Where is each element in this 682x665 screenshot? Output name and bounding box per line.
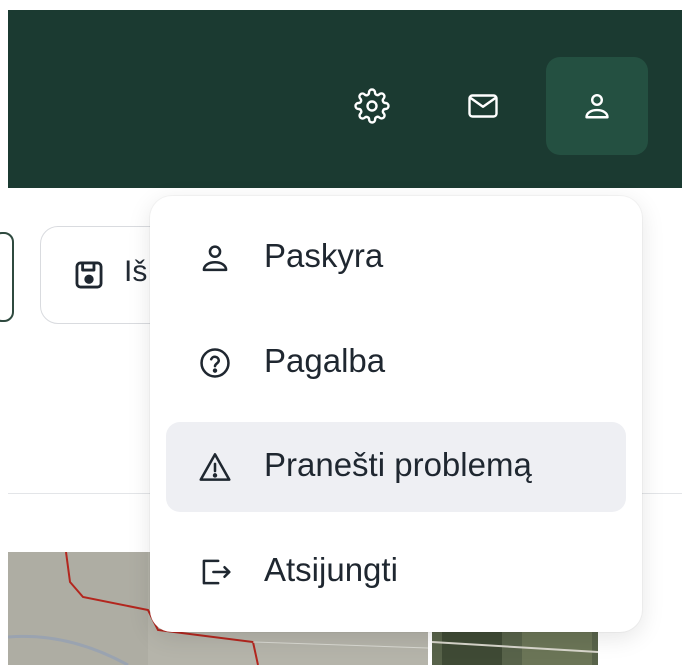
user-icon bbox=[202, 245, 228, 272]
logout-icon bbox=[202, 559, 231, 585]
menu-item-label: Pagalba bbox=[264, 342, 386, 379]
user-dropdown-menu: Paskyra Pagalba Pranešti problemą Atsiju… bbox=[150, 196, 642, 632]
menu-item-atsijungti[interactable]: Atsijungti bbox=[166, 527, 626, 617]
settings-button[interactable] bbox=[321, 57, 423, 155]
menu-item-label: Paskyra bbox=[264, 237, 384, 274]
warning-triangle-icon bbox=[199, 453, 231, 481]
save-button-label: Iš bbox=[124, 255, 148, 288]
help-circle-icon bbox=[200, 348, 230, 378]
user-icon bbox=[585, 94, 609, 119]
menu-item-pagalba[interactable]: Pagalba bbox=[166, 318, 626, 408]
mail-icon bbox=[468, 94, 498, 118]
gear-icon bbox=[354, 88, 390, 124]
floppy-disk-icon bbox=[75, 261, 103, 289]
menu-item-label: Atsijungti bbox=[264, 551, 398, 588]
top-strip bbox=[0, 0, 682, 10]
menu-item-paskyra[interactable]: Paskyra bbox=[166, 213, 626, 303]
user-menu-button[interactable] bbox=[546, 57, 648, 155]
messages-button[interactable] bbox=[432, 57, 534, 155]
app-header bbox=[8, 10, 682, 188]
menu-item-report-problem[interactable]: Pranešti problemą bbox=[166, 422, 626, 512]
menu-item-label: Pranešti problemą bbox=[264, 446, 532, 483]
partial-button[interactable] bbox=[0, 232, 14, 322]
